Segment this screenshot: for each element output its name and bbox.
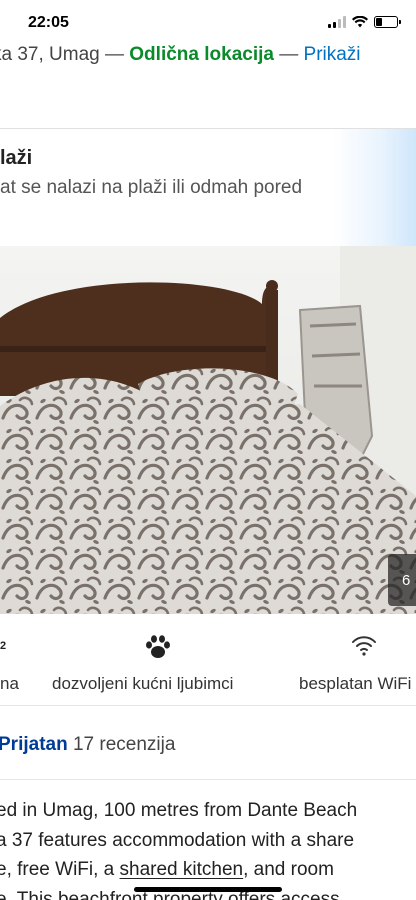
status-icons bbox=[328, 16, 401, 28]
home-indicator[interactable] bbox=[134, 887, 282, 892]
reviews-summary[interactable]: Prijatan 17 recenzija bbox=[0, 706, 416, 780]
beach-info-card[interactable]: laži at se nalazi na plaži ili odmah por… bbox=[0, 128, 416, 246]
description-text: e, free WiFi, a bbox=[0, 859, 120, 880]
amenities-row: 2 na dozvoljeni kućni ljubimci besplatan… bbox=[0, 614, 416, 706]
description-line: ed in Umag, 100 metres from Dante Beach bbox=[0, 800, 358, 821]
description-text: , and room bbox=[243, 859, 334, 880]
battery-level bbox=[376, 18, 382, 26]
address-text: ka 37, Umag — bbox=[0, 44, 130, 65]
property-description: ed in Umag, 100 metres from Dante Beach … bbox=[0, 796, 416, 900]
shared-kitchen-link[interactable]: shared kitchen bbox=[120, 859, 244, 880]
reviews-text: Prijatan 17 recenzija bbox=[0, 734, 175, 756]
address-line: ka 37, Umag — Odlična lokacija — Prikaži bbox=[0, 42, 361, 68]
property-photo[interactable]: 6 bbox=[0, 246, 416, 614]
area-superscript: 2 bbox=[0, 640, 7, 652]
status-time: 22:05 bbox=[28, 14, 69, 31]
amenity-label-pets: dozvoljeni kućni ljubimci bbox=[52, 674, 234, 693]
bedroom-photo-image bbox=[0, 246, 416, 614]
wifi-status-icon bbox=[352, 16, 368, 28]
beach-title: laži bbox=[0, 147, 33, 169]
cellular-signal-icon bbox=[328, 16, 346, 28]
status-bar: 22:05 bbox=[0, 0, 416, 46]
review-score-label: Prijatan bbox=[0, 734, 68, 755]
amenity-label-area: na bbox=[0, 674, 19, 693]
description-line: a 37 features accommodation with a share bbox=[0, 829, 355, 851]
battery-icon bbox=[374, 16, 401, 28]
amenity-label-wifi: besplatan WiFi bbox=[299, 674, 412, 693]
show-map-link[interactable]: Prikaži bbox=[304, 44, 361, 65]
address-separator: — bbox=[273, 44, 304, 65]
paw-icon bbox=[146, 635, 170, 658]
wifi-icon bbox=[352, 636, 376, 656]
beach-subtitle: at se nalazi na plaži ili odmah pored bbox=[0, 177, 303, 198]
photo-counter[interactable]: 6 bbox=[388, 554, 416, 606]
location-rating: Odlična lokacija bbox=[129, 44, 274, 65]
description-line: e, free WiFi, a shared kitchen, and room bbox=[0, 855, 416, 885]
review-count: 17 recenzija bbox=[72, 734, 176, 755]
